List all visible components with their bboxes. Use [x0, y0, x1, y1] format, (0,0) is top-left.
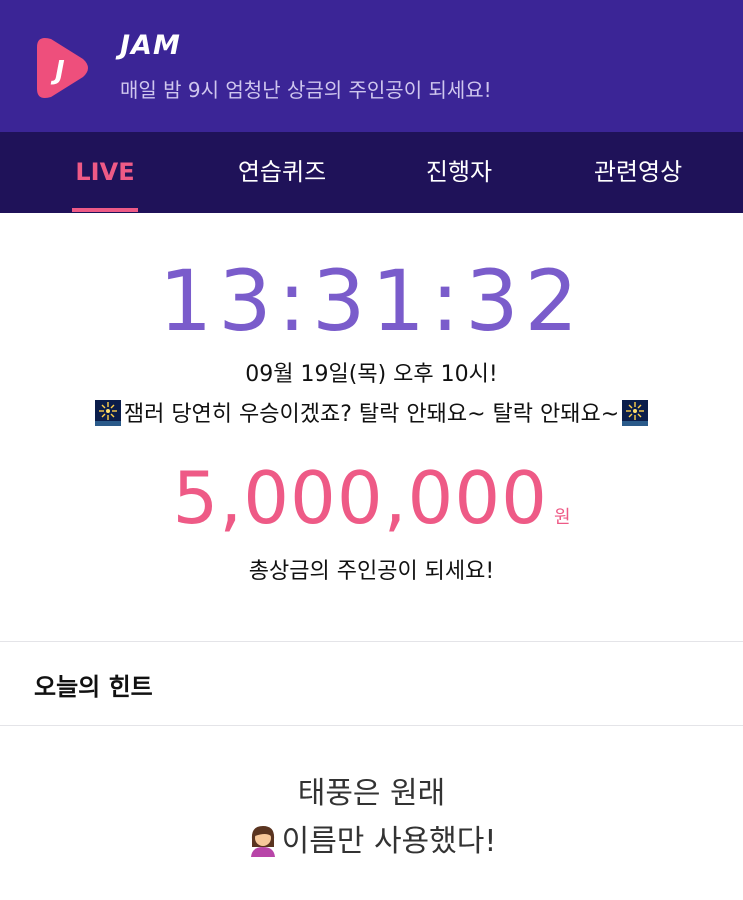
app-header: J JAM 매일 밤 9시 엄청난 상금의 주인공이 되세요! — [0, 0, 743, 132]
fireworks-icon — [622, 400, 649, 426]
app-screen: J JAM 매일 밤 9시 엄청난 상금의 주인공이 되세요! LIVE 연습퀴… — [0, 0, 743, 900]
prize-caption: 총상금의 주인공이 되세요! — [248, 559, 495, 584]
jam-logo-icon: J — [37, 38, 88, 98]
woman-icon — [250, 826, 275, 857]
fireworks-icon — [94, 400, 121, 426]
tab-live[interactable]: LIVE — [60, 132, 150, 213]
app-title: JAM — [120, 30, 181, 61]
tab-host[interactable]: 진행자 — [400, 132, 518, 213]
tab-practice-quiz[interactable]: 연습퀴즈 — [218, 132, 346, 213]
hint-line-2-row: 이름만 사용했다! — [0, 818, 743, 866]
tab-live-indicator — [72, 208, 138, 212]
hint-content: 태풍은 원래 이름만 사용했다! — [0, 770, 743, 866]
promo-message-text: 잼러 당연히 우승이겠죠? 탈락 안돼요~ 탈락 안돼요~ — [123, 402, 620, 427]
tab-related-videos[interactable]: 관련영상 — [574, 132, 702, 213]
tab-bar: LIVE 연습퀴즈 진행자 관련영상 — [0, 132, 743, 213]
hint-section-header: 오늘의 힌트 — [0, 641, 743, 726]
prize-unit: 원 — [553, 507, 571, 528]
promo-message: 잼러 당연히 우승이겠죠? 탈락 안돼요~ 탈락 안돼요~ — [0, 396, 743, 428]
countdown-timer: 13:31:32 — [158, 252, 585, 350]
hint-line-2: 이름만 사용했다! — [281, 824, 497, 859]
app-tagline: 매일 밤 9시 엄청난 상금의 주인공이 되세요! — [120, 78, 492, 102]
show-date: 09월 19일(목) 오후 10시! — [245, 362, 498, 387]
hint-title: 오늘의 힌트 — [34, 673, 153, 701]
hint-line-1: 태풍은 원래 — [297, 776, 446, 811]
prize-amount: 5,000,000 — [172, 456, 548, 540]
prize-amount-row: 5,000,000 원 — [0, 456, 743, 540]
